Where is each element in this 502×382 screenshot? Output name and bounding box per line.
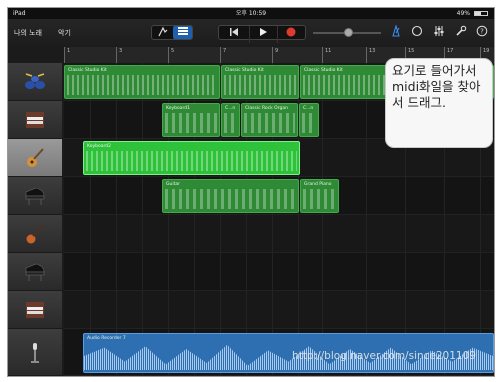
ruler-tick: 11 bbox=[322, 47, 331, 63]
lane[interactable] bbox=[64, 291, 494, 329]
tracks-view-icon[interactable] bbox=[173, 26, 192, 39]
view-toggle bbox=[151, 25, 193, 40]
metronome-icon[interactable] bbox=[388, 24, 404, 42]
grid-line bbox=[142, 63, 143, 376]
track-header-drums[interactable] bbox=[8, 63, 62, 101]
region-keyboard2[interactable]: Keyboard2 bbox=[83, 141, 300, 175]
instrument-view-icon[interactable] bbox=[154, 26, 172, 43]
record-icon[interactable] bbox=[277, 26, 304, 43]
rewind-icon[interactable] bbox=[221, 26, 247, 43]
region-drums-1[interactable]: Classic Studio Kit bbox=[64, 65, 220, 99]
clock: 오후 10:59 bbox=[235, 10, 267, 17]
lane[interactable] bbox=[64, 215, 494, 253]
region-keyboard1[interactable]: Keyboard1 bbox=[162, 103, 220, 137]
play-icon[interactable] bbox=[249, 26, 276, 43]
region-organ-short-1[interactable]: C...n bbox=[221, 103, 240, 137]
ruler-tick: 13 bbox=[366, 47, 375, 63]
transport-controls bbox=[218, 25, 306, 43]
track-header-grand-piano[interactable] bbox=[8, 177, 62, 215]
grid-line bbox=[90, 63, 91, 376]
track-header-organ-2[interactable] bbox=[8, 291, 62, 329]
annotation-callout: 요기로 들어가서 midi화일을 찾아서 드래그. bbox=[385, 58, 493, 148]
settings-wrench-icon[interactable] bbox=[453, 25, 469, 42]
ruler-tick: 7 bbox=[220, 47, 226, 63]
mixer-icon[interactable] bbox=[431, 25, 447, 42]
microphone-icon bbox=[31, 343, 39, 363]
grid-line bbox=[116, 63, 117, 376]
battery-percent: 49% bbox=[456, 10, 470, 17]
grand-piano-icon bbox=[25, 263, 45, 281]
ruler-tick: 9 bbox=[272, 47, 278, 63]
track-header-bass[interactable] bbox=[8, 215, 62, 253]
ruler-tick: 1 bbox=[64, 47, 70, 63]
toolbar: 나의 노래 악기 ? bbox=[8, 19, 494, 47]
bass-guitar-icon bbox=[26, 224, 45, 244]
region-grand-piano[interactable]: Grand Piano bbox=[300, 179, 339, 213]
ruler-tick: 5 bbox=[168, 47, 174, 63]
ruler-tick: 3 bbox=[116, 47, 122, 63]
loop-browser-icon[interactable] bbox=[409, 25, 425, 42]
drum-kit-icon bbox=[25, 73, 45, 89]
master-volume-slider[interactable] bbox=[313, 28, 381, 37]
lane[interactable] bbox=[64, 253, 494, 291]
grid-line bbox=[366, 63, 367, 376]
organ-icon bbox=[26, 302, 44, 318]
guitar-icon bbox=[27, 148, 44, 167]
track-header-grand-piano-2[interactable] bbox=[8, 253, 62, 291]
blog-watermark: http://blog.naver.com/since201109 bbox=[292, 350, 476, 362]
battery-icon bbox=[474, 11, 488, 16]
region-classic-rock-organ[interactable]: Classic Rock Organ bbox=[241, 103, 298, 137]
organ-icon bbox=[26, 112, 44, 128]
instruments-button[interactable]: 악기 bbox=[58, 28, 71, 38]
track-headers bbox=[8, 63, 62, 376]
my-songs-button[interactable]: 나의 노래 bbox=[14, 28, 42, 38]
track-header-audio[interactable] bbox=[8, 329, 62, 376]
grand-piano-icon bbox=[25, 187, 45, 205]
svg-text:?: ? bbox=[480, 27, 484, 35]
grid-line bbox=[322, 63, 323, 376]
region-organ-short-2[interactable]: C...n bbox=[299, 103, 319, 137]
region-drums-2[interactable]: Classic Studio Kit bbox=[221, 65, 299, 99]
help-icon[interactable]: ? bbox=[474, 25, 490, 42]
region-guitar[interactable]: Guitar bbox=[162, 179, 299, 213]
volume-knob-icon[interactable] bbox=[344, 28, 353, 37]
track-header-guitar[interactable] bbox=[8, 139, 62, 177]
track-header-organ[interactable] bbox=[8, 101, 62, 139]
status-bar: iPad 오후 10:59 49% bbox=[8, 8, 494, 19]
